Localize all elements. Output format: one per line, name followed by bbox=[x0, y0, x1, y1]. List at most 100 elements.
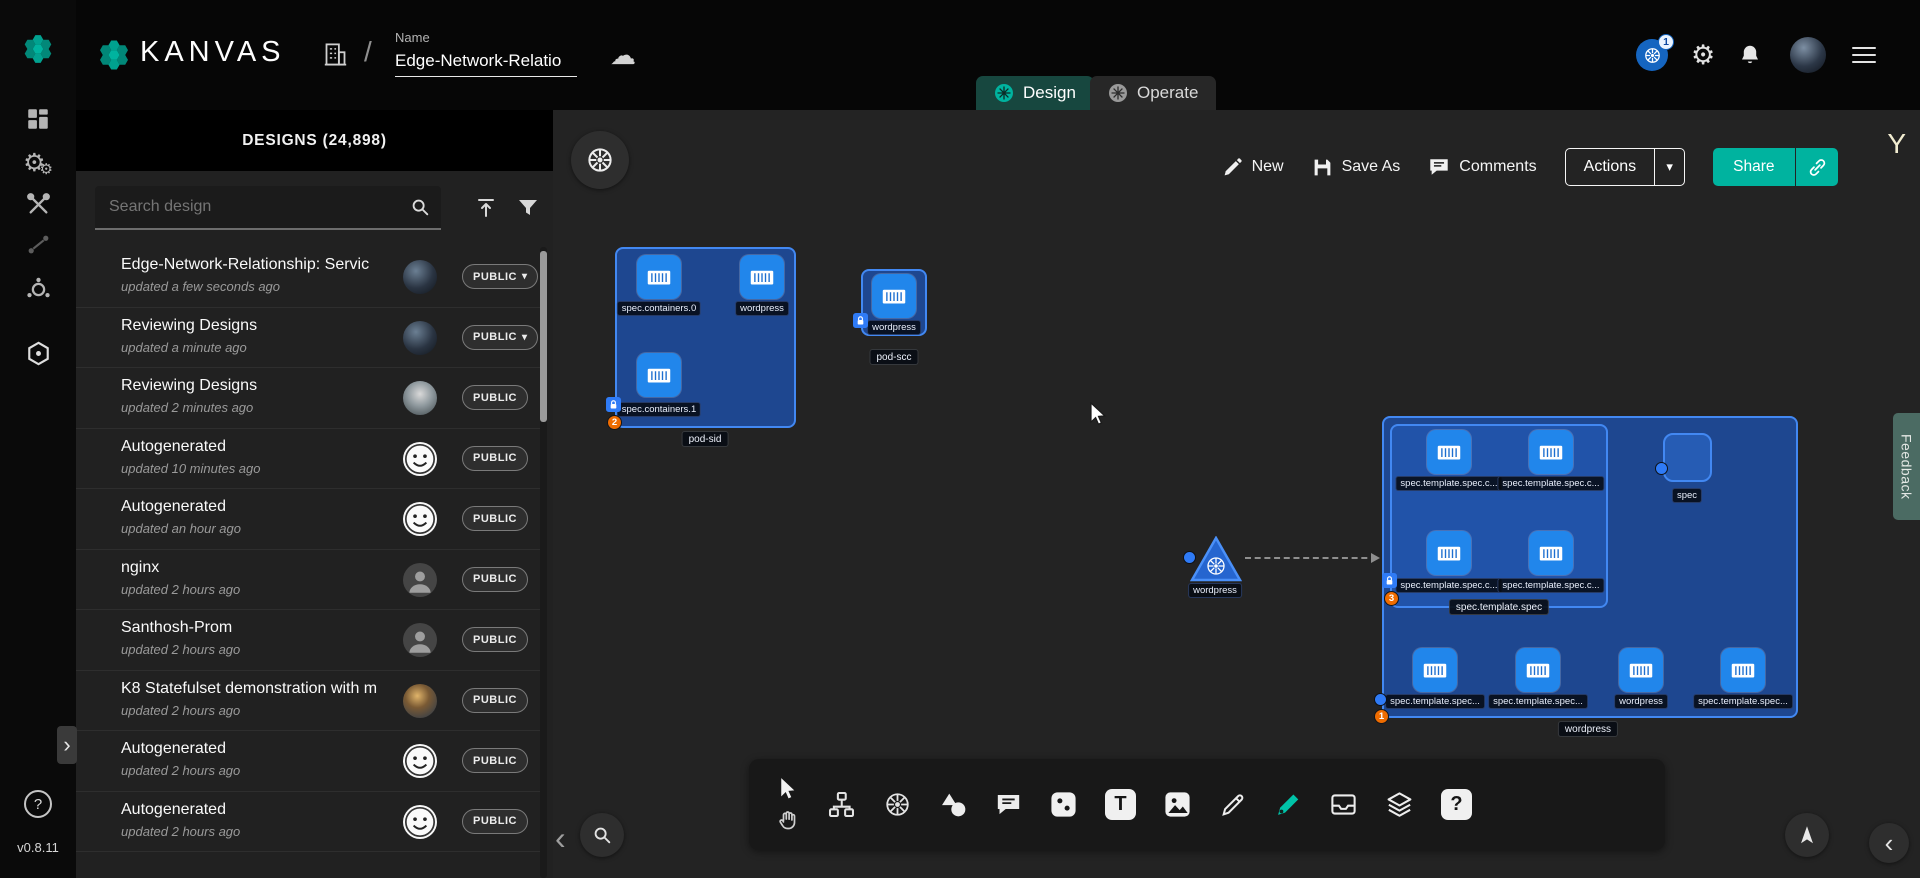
drawer-tool[interactable] bbox=[1329, 790, 1358, 819]
zoom-button[interactable] bbox=[580, 813, 624, 857]
new-design-button[interactable]: New bbox=[1222, 157, 1284, 178]
design-list-item[interactable]: Edge-Network-Relationship: Servic update… bbox=[76, 247, 540, 308]
help-button[interactable]: ? bbox=[0, 790, 76, 818]
magnifier-icon bbox=[591, 824, 613, 846]
container-node[interactable] bbox=[637, 255, 681, 299]
visibility-badge[interactable]: PUBLIC ▾ bbox=[462, 264, 538, 289]
design-list-item[interactable]: Autogenerated updated 2 hours ago PUBLIC bbox=[76, 731, 540, 792]
container-node[interactable] bbox=[1427, 430, 1471, 474]
design-list-item[interactable]: Santhosh-Prom updated 2 hours ago PUBLIC bbox=[76, 610, 540, 671]
import-design-icon[interactable] bbox=[474, 196, 498, 220]
brand-logo-icon[interactable] bbox=[94, 35, 134, 75]
visibility-badge[interactable]: PUBLIC bbox=[462, 567, 528, 592]
panel-expand-handle[interactable]: › bbox=[57, 726, 77, 764]
user-avatar[interactable] bbox=[1790, 0, 1826, 110]
locate-design-button[interactable] bbox=[1785, 813, 1829, 857]
comments-button[interactable]: Comments bbox=[1428, 156, 1536, 178]
tab-operate[interactable]: Operate bbox=[1090, 76, 1216, 110]
actions-dropdown[interactable]: Actions ▾ bbox=[1565, 148, 1685, 186]
collapse-right-chevron-button[interactable]: ‹ bbox=[1869, 823, 1909, 863]
spec-node[interactable] bbox=[1663, 433, 1712, 482]
design-name: Reviewing Designs bbox=[121, 377, 257, 395]
design-name: Edge-Network-Relationship: Servic bbox=[121, 256, 369, 274]
tools-icon[interactable] bbox=[0, 192, 76, 217]
container-node[interactable] bbox=[1529, 430, 1573, 474]
container-node[interactable] bbox=[1427, 531, 1471, 575]
breadcrumb-separator: / bbox=[364, 36, 372, 68]
hamburger-menu-icon[interactable] bbox=[1852, 0, 1876, 110]
container-node[interactable] bbox=[637, 353, 681, 397]
search-input[interactable] bbox=[95, 198, 409, 216]
relationship-edge[interactable] bbox=[1245, 557, 1377, 559]
pointer-tool[interactable] bbox=[775, 776, 800, 801]
image-tool[interactable] bbox=[1163, 790, 1192, 819]
filter-icon[interactable] bbox=[516, 196, 540, 220]
designs-scrollbar[interactable] bbox=[540, 247, 547, 878]
mesh-hexagon-icon[interactable] bbox=[0, 340, 76, 367]
help-tool[interactable]: ? bbox=[1441, 789, 1472, 820]
design-list-item[interactable]: Autogenerated updated 2 hours ago PUBLIC bbox=[76, 792, 540, 853]
issue-count-badge: 2 bbox=[607, 415, 622, 430]
container-node[interactable] bbox=[1516, 648, 1560, 692]
visibility-badge[interactable]: PUBLIC ▾ bbox=[462, 325, 538, 350]
settings-gear-icon[interactable]: ⚙ bbox=[1691, 0, 1715, 110]
container-node[interactable] bbox=[1413, 648, 1457, 692]
visibility-badge[interactable]: PUBLIC bbox=[462, 385, 528, 410]
bell-icon[interactable] bbox=[1738, 0, 1762, 110]
kubernetes-context-button[interactable] bbox=[571, 131, 629, 189]
visibility-badge[interactable]: PUBLIC bbox=[462, 627, 528, 652]
design-list-item[interactable]: nginx updated 2 hours ago PUBLIC bbox=[76, 550, 540, 611]
design-list-item[interactable]: Reviewing Designs updated a minute ago P… bbox=[76, 308, 540, 369]
design-list-item[interactable]: Reviewing Designs updated 2 minutes ago … bbox=[76, 368, 540, 429]
design-list-item[interactable]: K8 Statefulset demonstration with m upda… bbox=[76, 671, 540, 732]
split-view-icon[interactable]: Y bbox=[1887, 128, 1906, 160]
visibility-badge[interactable]: PUBLIC bbox=[462, 809, 528, 834]
feedback-tab[interactable]: Feedback bbox=[1893, 413, 1920, 520]
container-node[interactable] bbox=[1721, 648, 1765, 692]
tab-design[interactable]: Design bbox=[976, 76, 1094, 110]
kubernetes-tool[interactable] bbox=[883, 790, 912, 819]
notification-center-button[interactable]: 1 bbox=[1636, 0, 1668, 110]
search-icon[interactable] bbox=[409, 196, 431, 218]
dashboard-icon[interactable] bbox=[0, 106, 76, 132]
container-node[interactable] bbox=[872, 274, 916, 318]
design-name-input[interactable] bbox=[395, 49, 577, 77]
service-node[interactable] bbox=[1190, 536, 1242, 582]
connection-path-icon[interactable] bbox=[0, 232, 76, 257]
designs-scrollbar-thumb[interactable] bbox=[540, 251, 547, 422]
caret-down-icon[interactable]: ▾ bbox=[1655, 148, 1685, 186]
copy-link-icon[interactable] bbox=[1796, 148, 1838, 186]
visibility-badge[interactable]: PUBLIC bbox=[462, 446, 528, 471]
pen-tool[interactable] bbox=[1219, 791, 1247, 819]
container-node[interactable] bbox=[1619, 648, 1663, 692]
design-list-item[interactable]: Autogenerated updated 10 minutes ago PUB… bbox=[76, 429, 540, 490]
node-label: spec bbox=[1672, 488, 1702, 503]
collapse-left-chevron[interactable]: ‹ bbox=[555, 820, 566, 857]
save-as-button[interactable]: Save As bbox=[1312, 157, 1401, 178]
settings-gears-icon[interactable]: ⚙ ⚙ bbox=[0, 148, 76, 178]
design-search-field bbox=[95, 186, 441, 230]
freehand-draw-tool-active[interactable] bbox=[1274, 791, 1302, 819]
node-label: spec.template.spec... bbox=[1488, 694, 1588, 709]
flowchart-tool[interactable] bbox=[827, 790, 856, 819]
organization-icon[interactable] bbox=[322, 41, 349, 68]
comment-tool[interactable] bbox=[995, 791, 1022, 818]
design-list-item[interactable]: Autogenerated updated an hour ago PUBLIC bbox=[76, 489, 540, 550]
layers-tool[interactable] bbox=[1385, 790, 1414, 819]
visibility-badge[interactable]: PUBLIC bbox=[462, 688, 528, 713]
group-label: spec.template.spec bbox=[1449, 599, 1549, 615]
text-tool[interactable]: T bbox=[1105, 789, 1136, 820]
share-split-button[interactable]: Share bbox=[1713, 148, 1838, 186]
visibility-badge[interactable]: PUBLIC bbox=[462, 748, 528, 773]
design-canvas[interactable]: New Save As Comments Actions ▾ Share bbox=[553, 110, 1920, 878]
container-node[interactable] bbox=[1529, 531, 1573, 575]
shapes-tool[interactable] bbox=[939, 790, 968, 819]
visibility-badge[interactable]: PUBLIC bbox=[462, 506, 528, 531]
kanvas-logo-icon[interactable] bbox=[0, 30, 76, 68]
pan-hand-tool[interactable] bbox=[776, 809, 800, 833]
container-node[interactable] bbox=[740, 255, 784, 299]
design-author-avatar-smiley bbox=[403, 502, 437, 536]
environments-icon[interactable] bbox=[0, 276, 76, 303]
design-name: K8 Statefulset demonstration with m bbox=[121, 680, 377, 698]
media-tool[interactable] bbox=[1049, 790, 1078, 819]
